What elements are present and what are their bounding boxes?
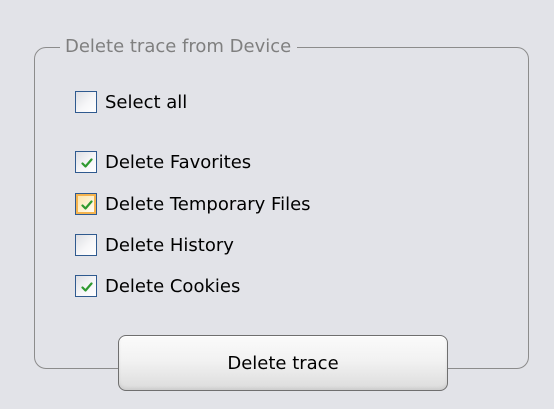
option-temporary-files-row[interactable]: Delete Temporary Files — [75, 191, 311, 217]
delete-history-checkbox[interactable] — [75, 234, 97, 256]
delete-favorites-checkbox[interactable] — [75, 151, 97, 173]
group-title: Delete trace from Device — [60, 36, 298, 58]
select-all-label: Select all — [105, 91, 188, 113]
delete-cookies-label: Delete Cookies — [105, 275, 241, 297]
option-favorites-row[interactable]: Delete Favorites — [75, 149, 251, 175]
delete-temporary-files-checkbox[interactable] — [75, 193, 97, 215]
check-icon — [81, 158, 93, 168]
option-cookies-row[interactable]: Delete Cookies — [75, 273, 240, 299]
delete-favorites-label: Delete Favorites — [105, 151, 252, 173]
select-all-checkbox[interactable] — [75, 91, 97, 113]
delete-trace-button[interactable]: Delete trace — [118, 335, 448, 391]
check-icon — [81, 282, 93, 292]
option-history-row[interactable]: Delete History — [75, 232, 234, 258]
delete-temporary-files-label: Delete Temporary Files — [105, 193, 311, 215]
check-icon — [81, 200, 93, 210]
delete-history-label: Delete History — [105, 234, 234, 256]
delete-cookies-checkbox[interactable] — [75, 275, 97, 297]
select-all-row[interactable]: Select all — [75, 89, 187, 115]
